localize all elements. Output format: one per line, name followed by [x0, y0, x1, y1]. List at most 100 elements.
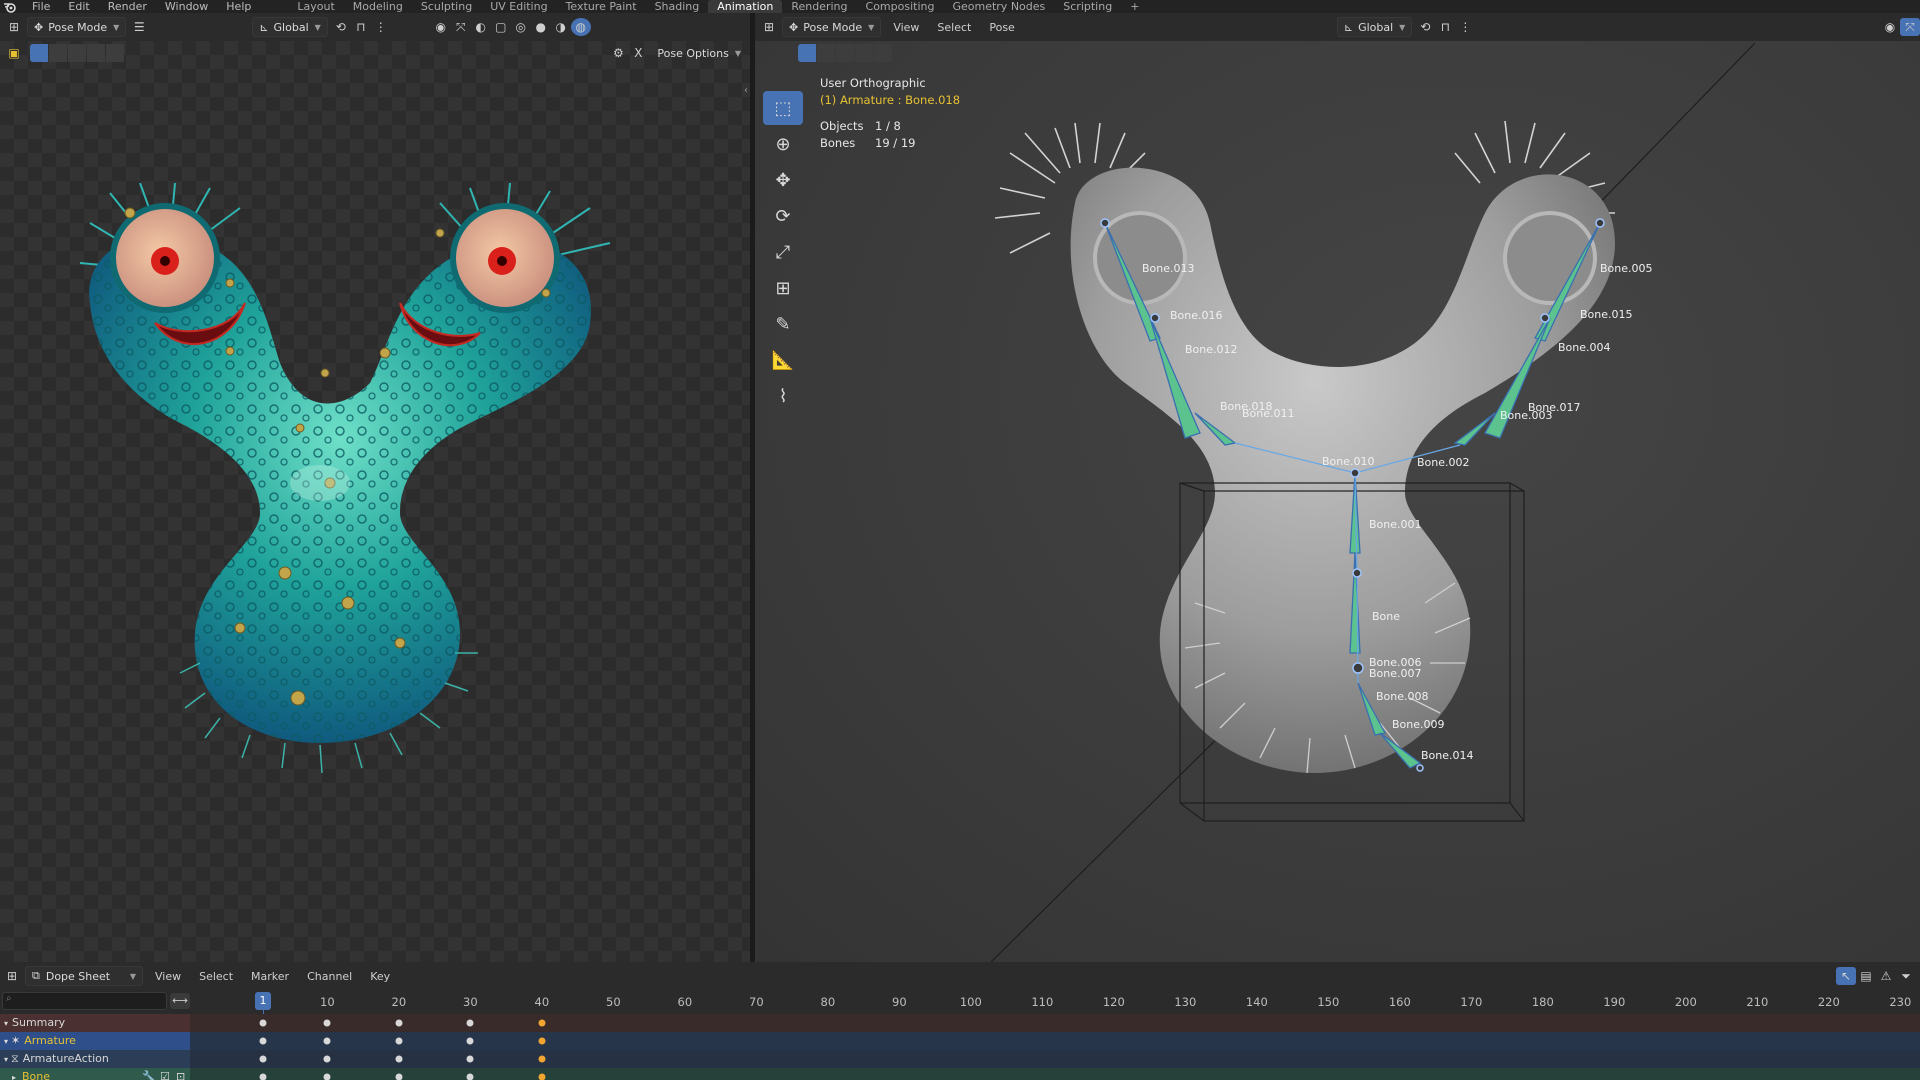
- menu-help[interactable]: Help: [217, 0, 260, 13]
- menu-view[interactable]: View: [146, 970, 190, 983]
- expand-icon[interactable]: ▸: [12, 1073, 16, 1080]
- tab-modeling[interactable]: Modeling: [344, 0, 412, 13]
- keyframe[interactable]: [259, 1055, 267, 1063]
- current-frame-indicator[interactable]: 1: [255, 992, 271, 1010]
- menu-file[interactable]: File: [23, 0, 59, 13]
- selection-mode-group[interactable]: [30, 44, 125, 62]
- menu-marker[interactable]: Marker: [242, 970, 298, 983]
- keyframe[interactable]: [466, 1055, 474, 1063]
- keyframe[interactable]: [538, 1037, 546, 1045]
- menu-key[interactable]: Key: [361, 970, 399, 983]
- pivot-icon[interactable]: ⟲: [331, 18, 351, 36]
- snap-icon[interactable]: ⊓: [351, 18, 371, 36]
- x-mirror-button[interactable]: X: [628, 44, 648, 62]
- mode-dropdown[interactable]: ✥ Pose Mode ▼: [27, 17, 127, 37]
- keyframe[interactable]: [466, 1073, 474, 1080]
- lock-icon[interactable]: ⊡: [176, 1068, 185, 1080]
- keyframe[interactable]: [323, 1055, 331, 1063]
- bone-label: Bone.010: [1322, 455, 1375, 468]
- tab-rendering[interactable]: Rendering: [782, 0, 856, 13]
- channel-label: Bone: [22, 1070, 51, 1080]
- tab-uv-editing[interactable]: UV Editing: [481, 0, 556, 13]
- keyframe[interactable]: [395, 1019, 403, 1027]
- tab-shading[interactable]: Shading: [646, 0, 709, 13]
- channel-row-summary[interactable]: ▾ Summary: [0, 1014, 1920, 1032]
- add-workspace-button[interactable]: +: [1121, 0, 1148, 13]
- editor-type-icon[interactable]: ⊞: [4, 18, 24, 36]
- xray-icon[interactable]: ▢: [491, 18, 511, 36]
- ruler-tick-label: 230: [1889, 995, 1912, 1009]
- menu-window[interactable]: Window: [156, 0, 217, 13]
- select-tool-icon[interactable]: ▣: [4, 44, 24, 62]
- keyframe[interactable]: [395, 1037, 403, 1045]
- tab-texture-paint[interactable]: Texture Paint: [557, 0, 646, 13]
- keyframe[interactable]: [538, 1073, 546, 1080]
- shading-solid-icon[interactable]: ●: [531, 18, 551, 36]
- channel-search-input[interactable]: ⌕: [2, 992, 167, 1010]
- keyframe[interactable]: [259, 1037, 267, 1045]
- keyframe[interactable]: [395, 1055, 403, 1063]
- visibility-icon[interactable]: ◉: [431, 18, 451, 36]
- editor-type-icon[interactable]: ⊞: [2, 967, 22, 985]
- pose-options-dropdown[interactable]: Pose Options ▼: [651, 43, 747, 63]
- sidebar-toggle-icon[interactable]: ‹: [744, 85, 748, 96]
- checkbox-icon[interactable]: ☑: [160, 1068, 170, 1080]
- orientation-dropdown[interactable]: ⊾ Global ▼: [252, 17, 328, 37]
- channel-row-armature[interactable]: ▾ ✶ Armature: [0, 1032, 1920, 1050]
- channel-row-bone[interactable]: ▸ Bone 🔧 ☑ ⊡: [0, 1068, 1920, 1080]
- blender-logo-icon[interactable]: [3, 1, 17, 13]
- frame-ruler[interactable]: 10 20 30 40 50 60 70 80 90 100 110 120 130 140 150 160 1…: [190, 990, 1920, 1014]
- right-viewport[interactable]: ⊞ ✥ Pose Mode ▼ View Select Pose ⊾ Global ▼ …: [755, 13, 1920, 962]
- keyframe[interactable]: [466, 1037, 474, 1045]
- tab-scripting[interactable]: Scripting: [1054, 0, 1121, 13]
- bone-label: Bone.013: [1142, 262, 1195, 275]
- keyframe[interactable]: [259, 1073, 267, 1080]
- keyframe[interactable]: [323, 1073, 331, 1080]
- armature-icon: ✶: [11, 1034, 21, 1047]
- expand-icon[interactable]: ▾: [4, 1055, 8, 1064]
- show-hidden-icon[interactable]: ▤: [1856, 967, 1876, 985]
- tab-geometry-nodes[interactable]: Geometry Nodes: [943, 0, 1054, 13]
- bone-label: Bone.005: [1600, 262, 1653, 275]
- pose-options-icon[interactable]: ⚙: [608, 44, 628, 62]
- keyframe[interactable]: [538, 1055, 546, 1063]
- tab-animation[interactable]: Animation: [708, 0, 783, 13]
- expand-icon[interactable]: ▾: [4, 1037, 8, 1046]
- channel-label: ArmatureAction: [22, 1052, 109, 1065]
- channel-label: Armature: [24, 1034, 76, 1047]
- ruler-tick-label: 200: [1674, 995, 1697, 1009]
- sync-icon[interactable]: ⟷: [170, 993, 190, 1009]
- snap-target-icon[interactable]: ⋮: [371, 18, 391, 36]
- ruler-tick-label: 40: [534, 995, 550, 1009]
- chevron-down-icon: ▼: [113, 22, 120, 32]
- keyframe[interactable]: [323, 1019, 331, 1027]
- shading-material-icon[interactable]: ◑: [551, 18, 571, 36]
- shading-wireframe-icon[interactable]: ◎: [511, 18, 531, 36]
- channel-row-action[interactable]: ▾ ⧖ ArmatureAction: [0, 1050, 1920, 1068]
- tab-compositing[interactable]: Compositing: [857, 0, 944, 13]
- keyframe[interactable]: [538, 1019, 546, 1027]
- wrench-icon[interactable]: 🔧: [142, 1068, 156, 1080]
- tab-sculpting[interactable]: Sculpting: [412, 0, 481, 13]
- menu-render[interactable]: Render: [99, 0, 156, 13]
- filter-icon[interactable]: ⏷: [1896, 967, 1916, 985]
- menu-channel[interactable]: Channel: [298, 970, 361, 983]
- gizmo-icon[interactable]: ⤧: [451, 18, 471, 36]
- bone-label: Bone.004: [1558, 341, 1611, 354]
- keyframe[interactable]: [395, 1073, 403, 1080]
- keyframe[interactable]: [259, 1019, 267, 1027]
- keyframe[interactable]: [323, 1037, 331, 1045]
- keyframe[interactable]: [466, 1019, 474, 1027]
- shading-rendered-icon[interactable]: ◍: [570, 18, 591, 36]
- show-errors-icon[interactable]: ⚠: [1876, 967, 1896, 985]
- left-viewport[interactable]: ⊞ ✥ Pose Mode ▼ ☰ ⊾ Global ▼ ⟲ ⊓ ⋮ ◉ ⤧ ◐ ▢ ◎…: [0, 13, 750, 962]
- tab-layout[interactable]: Layout: [288, 0, 343, 13]
- dope-mode-dropdown[interactable]: ⧉ Dope Sheet ▼: [25, 966, 143, 986]
- only-selected-icon[interactable]: ↖: [1836, 967, 1856, 985]
- menu-edit[interactable]: Edit: [59, 0, 98, 13]
- dope-sheet-editor[interactable]: ⊞ ⧉ Dope Sheet ▼ View Select Marker Channe…: [0, 962, 1920, 1080]
- expand-icon[interactable]: ▾: [4, 1019, 8, 1028]
- hamburger-menu-icon[interactable]: ☰: [129, 18, 149, 36]
- menu-select[interactable]: Select: [190, 970, 242, 983]
- overlay-icon[interactable]: ◐: [471, 18, 491, 36]
